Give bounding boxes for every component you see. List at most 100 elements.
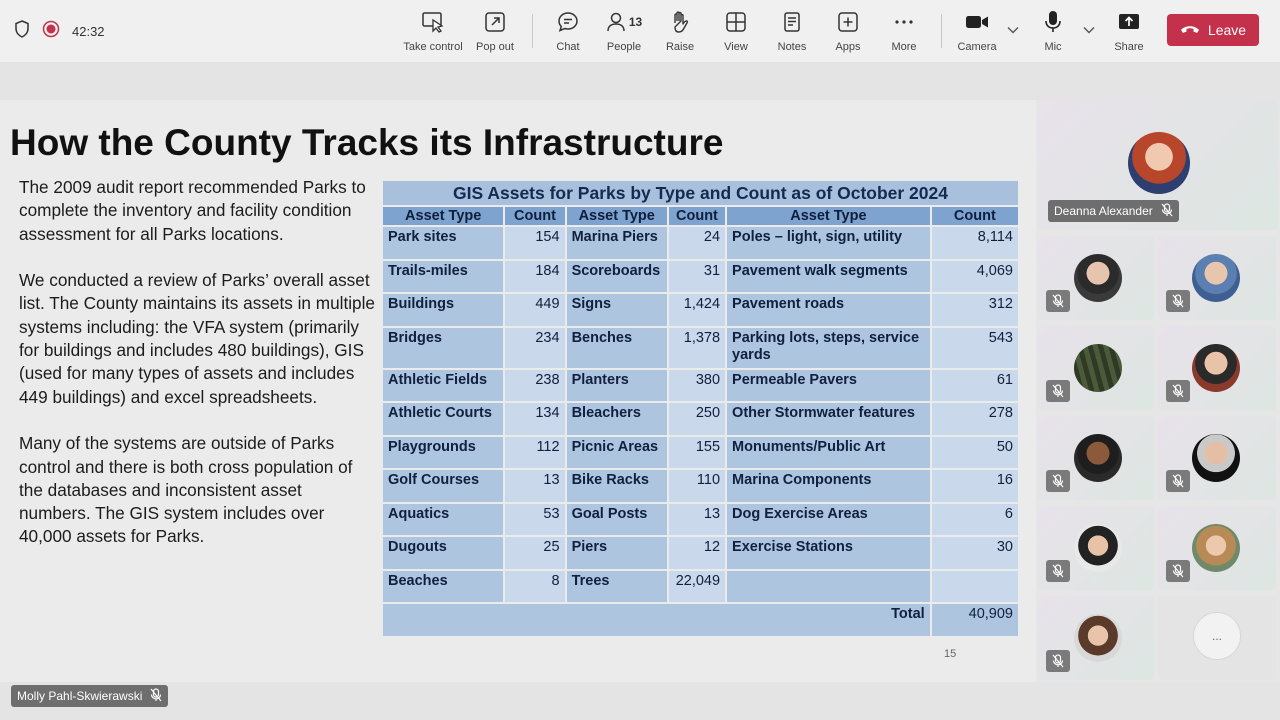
- take-control-button[interactable]: Take control: [402, 10, 464, 56]
- camera-options-chevron-down-icon[interactable]: [1006, 24, 1020, 36]
- table-row: Playgrounds 112 Picnic Areas 155 Monuments/P…: [383, 436, 1018, 468]
- avatar: [1074, 434, 1122, 482]
- asset-count-cell: 380: [668, 369, 726, 401]
- asset-type-cell: Monuments/Public Art: [727, 436, 930, 468]
- microphone-icon: [1044, 10, 1062, 34]
- slide-paragraph: Many of the systems are outside of Parks…: [19, 433, 353, 547]
- raise-hand-button[interactable]: Raise: [649, 10, 711, 56]
- participant-tile[interactable]: [1038, 326, 1154, 410]
- mic-button[interactable]: Mic: [1022, 10, 1084, 56]
- asset-count-cell: 110: [668, 470, 726, 502]
- asset-type-cell: Buildings: [383, 294, 504, 326]
- column-header: Count: [931, 207, 1018, 225]
- assets-table-grid: Asset Type Count Asset Type Count Asset …: [381, 205, 1020, 638]
- asset-type-cell: Piers: [566, 537, 667, 569]
- asset-count-cell: 53: [505, 503, 565, 535]
- asset-count-cell: 1,378: [668, 327, 726, 368]
- mic-off-icon: [1166, 290, 1190, 312]
- asset-type-cell: Poles – light, sign, utility: [727, 227, 930, 259]
- apps-button[interactable]: Apps: [817, 10, 879, 56]
- participant-tile[interactable]: [1158, 506, 1276, 590]
- participant-tile[interactable]: [1158, 236, 1276, 320]
- more-button[interactable]: More: [873, 10, 935, 56]
- people-button[interactable]: 13 People: [593, 10, 655, 56]
- mic-options-chevron-down-icon[interactable]: [1082, 24, 1096, 36]
- pop-out-button[interactable]: Pop out: [464, 10, 526, 56]
- table-row: Athletic Courts 134 Bleachers 250 Other Stor…: [383, 403, 1018, 435]
- pop-out-icon: [484, 10, 506, 34]
- share-screen-icon: [1117, 10, 1141, 34]
- asset-count-cell: 13: [668, 503, 726, 535]
- avatar: [1074, 524, 1122, 572]
- asset-count-cell: 6: [931, 503, 1018, 535]
- presenter-name: Molly Pahl-Skwierawski: [17, 689, 143, 703]
- asset-count-cell: 155: [668, 436, 726, 468]
- column-header: Asset Type: [727, 207, 930, 225]
- asset-type-cell: Aquatics: [383, 503, 504, 535]
- camera-button[interactable]: Camera: [946, 10, 1008, 56]
- participant-tile[interactable]: [1038, 596, 1154, 680]
- asset-count-cell: 449: [505, 294, 565, 326]
- assets-table: GIS Assets for Parks by Type and Count a…: [383, 181, 1018, 638]
- column-header: Asset Type: [383, 207, 504, 225]
- asset-count-cell: 234: [505, 327, 565, 368]
- table-row: Park sites 154 Marina Piers 24 Poles – light…: [383, 227, 1018, 259]
- slide-paragraph: We conducted a review of Parks’ overall …: [19, 270, 375, 407]
- view-button[interactable]: View: [705, 10, 767, 56]
- asset-count-cell: 24: [668, 227, 726, 259]
- asset-count-cell: 278: [931, 403, 1018, 435]
- asset-count-cell: 16: [931, 470, 1018, 502]
- asset-type-cell: Beaches: [383, 570, 504, 602]
- asset-count-cell: 184: [505, 260, 565, 292]
- participant-tile[interactable]: [1038, 416, 1154, 500]
- participant-tile[interactable]: [1038, 236, 1154, 320]
- asset-type-cell: Marina Components: [727, 470, 930, 502]
- share-button[interactable]: Share: [1098, 10, 1160, 56]
- asset-type-cell: Athletic Fields: [383, 369, 504, 401]
- participant-tile[interactable]: [1158, 416, 1276, 500]
- asset-type-cell: Scoreboards: [566, 260, 667, 292]
- participant-gallery: Deanna Alexander ...: [1036, 100, 1280, 682]
- asset-type-cell: Benches: [566, 327, 667, 368]
- notes-button[interactable]: Notes: [761, 10, 823, 56]
- leave-button[interactable]: Leave: [1167, 14, 1259, 46]
- toolbar-divider: [532, 14, 533, 48]
- mic-off-icon: [1166, 470, 1190, 492]
- avatar: [1128, 132, 1190, 194]
- camera-icon: [965, 10, 989, 34]
- asset-type-cell: Bike Racks: [566, 470, 667, 502]
- table-row: Beaches 8 Trees 22,049: [383, 570, 1018, 602]
- stage-top-margin: [0, 62, 1280, 100]
- asset-count-cell: 154: [505, 227, 565, 259]
- people-icon: 13: [606, 10, 642, 34]
- asset-type-cell: Bleachers: [566, 403, 667, 435]
- total-value: 40,909: [931, 604, 1018, 636]
- asset-type-cell: Golf Courses: [383, 470, 504, 502]
- asset-count-cell: 543: [931, 327, 1018, 368]
- table-row: Trails-miles 184 Scoreboards 31 Pavement wal…: [383, 260, 1018, 292]
- apps-add-icon: [837, 10, 859, 34]
- table-total-row: Total 40,909: [383, 604, 1018, 636]
- asset-count-cell: 13: [505, 470, 565, 502]
- mic-off-icon: [1046, 290, 1070, 312]
- asset-type-cell: Parking lots, steps, service yards: [727, 327, 930, 368]
- table-title: GIS Assets for Parks by Type and Count a…: [383, 181, 1018, 205]
- participant-tile[interactable]: [1158, 326, 1276, 410]
- asset-type-cell: Pavement roads: [727, 294, 930, 326]
- more-participants-button[interactable]: ...: [1193, 612, 1241, 660]
- avatar: [1074, 614, 1122, 662]
- table-row: Bridges 234 Benches 1,378 Parking lots, step…: [383, 327, 1018, 368]
- column-header: Count: [505, 207, 565, 225]
- leave-label: Leave: [1207, 22, 1247, 38]
- participant-tile-featured[interactable]: Deanna Alexander: [1038, 100, 1278, 230]
- asset-count-cell: 31: [668, 260, 726, 292]
- asset-type-cell: Trails-miles: [383, 260, 504, 292]
- people-count: 13: [628, 15, 643, 29]
- avatar: [1192, 344, 1240, 392]
- chat-button[interactable]: Chat: [537, 10, 599, 56]
- more-participants-tile[interactable]: ...: [1158, 596, 1276, 680]
- participant-tile[interactable]: [1038, 506, 1154, 590]
- table-row: Buildings 449 Signs 1,424 Pavement roads 312: [383, 294, 1018, 326]
- asset-count-cell: 12: [668, 537, 726, 569]
- presenter-name-badge: Molly Pahl-Skwierawski: [11, 685, 169, 707]
